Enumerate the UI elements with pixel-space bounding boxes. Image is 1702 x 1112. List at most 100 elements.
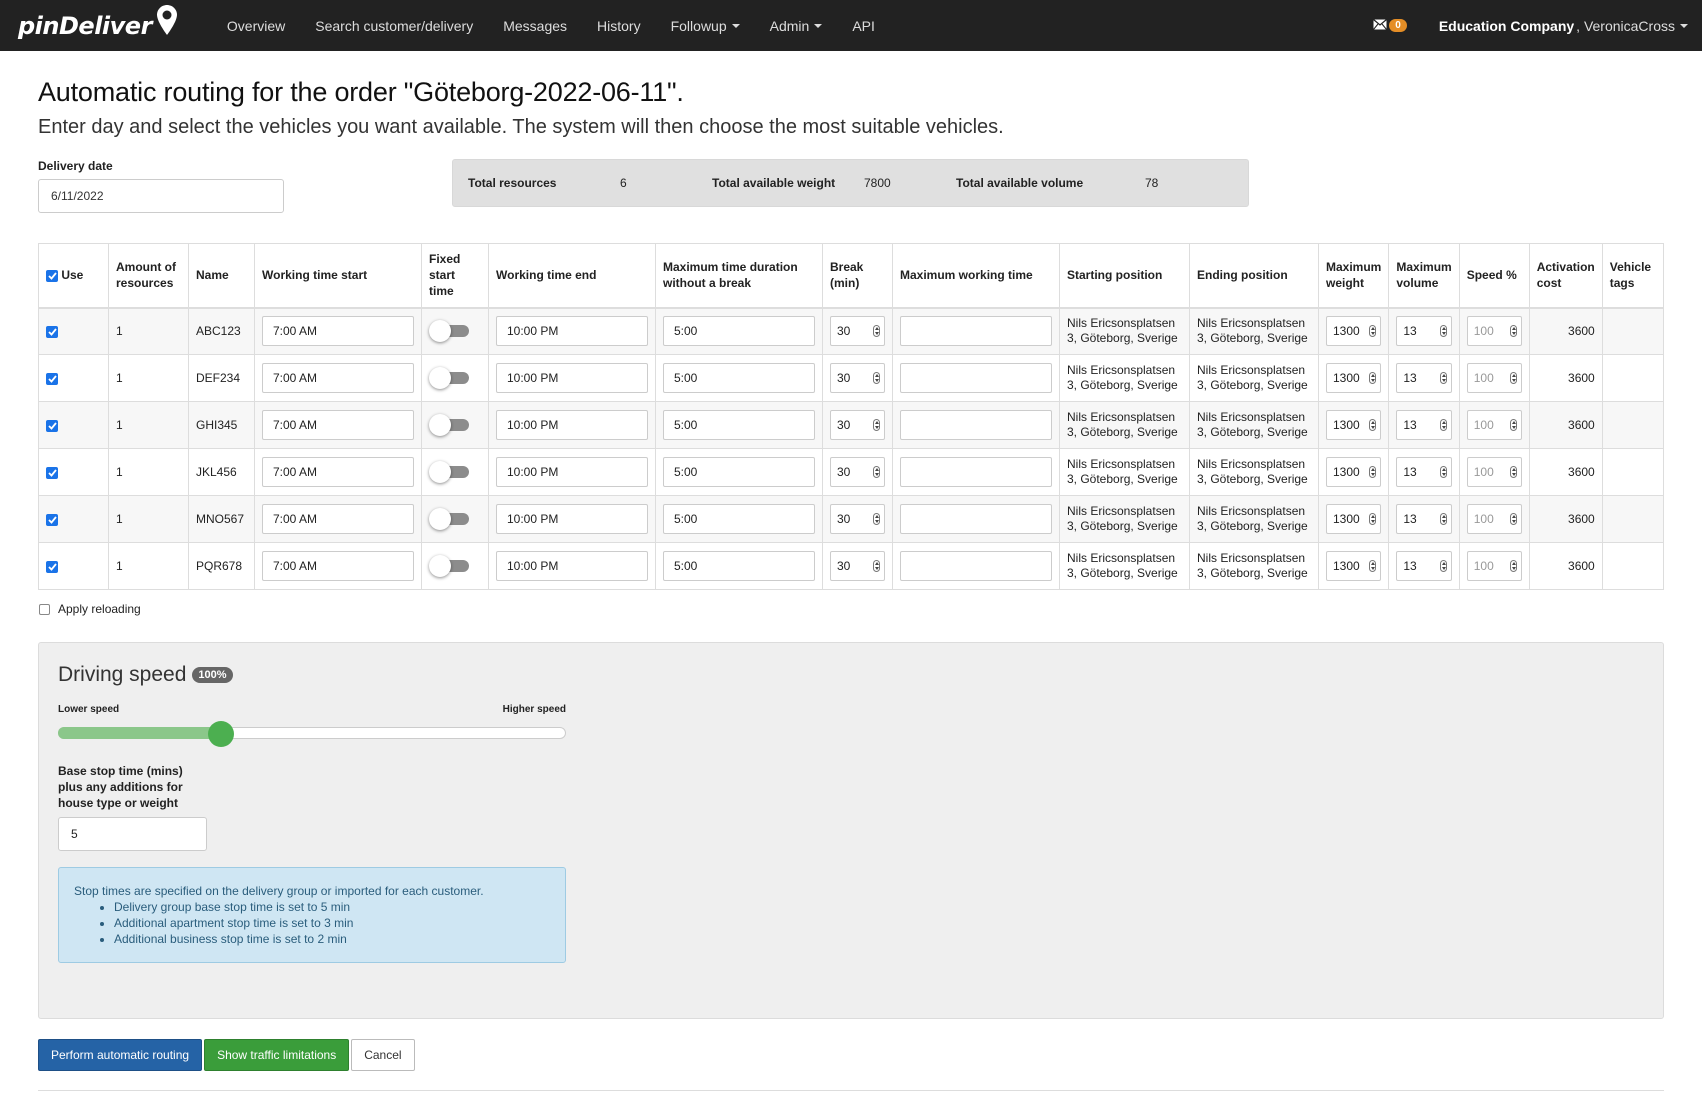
- working-start-input[interactable]: 7:00 AM: [262, 457, 414, 487]
- delivery-date-input[interactable]: 6/11/2022: [38, 179, 284, 213]
- spinner-icon[interactable]: [1509, 419, 1517, 431]
- use-checkbox[interactable]: [46, 326, 58, 339]
- break-input[interactable]: 30: [830, 457, 885, 487]
- speed-input[interactable]: 100: [1466, 504, 1522, 534]
- max-duration-input[interactable]: 5:00: [663, 504, 815, 534]
- spinner-icon[interactable]: [1509, 372, 1517, 384]
- working-start-input[interactable]: 7:00 AM: [262, 504, 414, 534]
- max-volume-input[interactable]: 13: [1396, 504, 1452, 534]
- spinner-icon[interactable]: [1439, 419, 1447, 431]
- speed-input[interactable]: 100: [1466, 410, 1522, 440]
- cancel-button[interactable]: Cancel: [351, 1039, 415, 1071]
- working-start-input[interactable]: 7:00 AM: [262, 316, 414, 347]
- max-volume-input[interactable]: 13: [1396, 410, 1452, 440]
- max-volume-input[interactable]: 13: [1396, 363, 1452, 393]
- max-duration-input[interactable]: 5:00: [663, 551, 815, 581]
- fixed-start-toggle[interactable]: [429, 555, 471, 577]
- working-end-input[interactable]: 10:00 PM: [496, 457, 648, 487]
- use-checkbox[interactable]: [46, 513, 58, 526]
- nav-api[interactable]: API: [837, 0, 890, 51]
- spinner-icon[interactable]: [1369, 325, 1377, 338]
- max-working-input[interactable]: [900, 363, 1052, 393]
- spinner-icon[interactable]: [1369, 372, 1377, 384]
- working-start-input[interactable]: 7:00 AM: [262, 410, 414, 440]
- use-checkbox[interactable]: [46, 419, 58, 432]
- spinner-icon[interactable]: [1369, 513, 1377, 525]
- speed-input[interactable]: 100: [1466, 316, 1522, 347]
- max-volume-input[interactable]: 13: [1396, 316, 1452, 347]
- max-weight-input[interactable]: 1300: [1326, 504, 1382, 534]
- break-input[interactable]: 30: [830, 504, 885, 534]
- working-end-input[interactable]: 10:00 PM: [496, 316, 648, 347]
- max-working-input[interactable]: [900, 316, 1052, 347]
- brand-logo[interactable]: pinDeliver: [18, 4, 178, 45]
- max-weight-input[interactable]: 1300: [1326, 551, 1382, 581]
- max-duration-input[interactable]: 5:00: [663, 410, 815, 440]
- break-input[interactable]: 30: [830, 551, 885, 581]
- driving-speed-slider[interactable]: [58, 720, 566, 747]
- spinner-icon[interactable]: [1509, 466, 1517, 478]
- nav-overview[interactable]: Overview: [212, 0, 300, 51]
- select-all-checkbox[interactable]: [46, 270, 58, 283]
- spinner-icon[interactable]: [1439, 372, 1447, 384]
- max-volume-input[interactable]: 13: [1396, 457, 1452, 487]
- max-working-input[interactable]: [900, 457, 1052, 487]
- spinner-icon[interactable]: [1439, 513, 1447, 525]
- working-start-input[interactable]: 7:00 AM: [262, 363, 414, 393]
- max-weight-input[interactable]: 1300: [1326, 363, 1382, 393]
- use-checkbox[interactable]: [46, 372, 58, 385]
- max-working-input[interactable]: [900, 551, 1052, 581]
- spinner-icon[interactable]: [873, 513, 880, 525]
- working-end-input[interactable]: 10:00 PM: [496, 551, 648, 581]
- spinner-icon[interactable]: [1509, 513, 1517, 525]
- mail-button[interactable]: 0: [1373, 18, 1407, 33]
- spinner-icon[interactable]: [873, 466, 880, 478]
- spinner-icon[interactable]: [1369, 560, 1377, 572]
- spinner-icon[interactable]: [1439, 560, 1447, 572]
- spinner-icon[interactable]: [1439, 466, 1447, 478]
- use-checkbox[interactable]: [46, 560, 58, 573]
- apply-reloading-checkbox[interactable]: [39, 603, 50, 615]
- spinner-icon[interactable]: [873, 325, 880, 338]
- nav-admin[interactable]: Admin: [755, 0, 838, 51]
- spinner-icon[interactable]: [1369, 419, 1377, 431]
- fixed-start-toggle[interactable]: [429, 320, 471, 343]
- nav-followup[interactable]: Followup: [656, 0, 755, 51]
- max-duration-input[interactable]: 5:00: [663, 363, 815, 393]
- slider-handle[interactable]: [207, 721, 234, 747]
- max-duration-input[interactable]: 5:00: [663, 316, 815, 347]
- break-input[interactable]: 30: [830, 410, 885, 440]
- spinner-icon[interactable]: [1509, 560, 1517, 572]
- max-weight-input[interactable]: 1300: [1326, 410, 1382, 440]
- speed-input[interactable]: 100: [1466, 551, 1522, 581]
- traffic-limitations-button[interactable]: Show traffic limitations: [204, 1039, 350, 1071]
- working-end-input[interactable]: 10:00 PM: [496, 410, 648, 440]
- spinner-icon[interactable]: [873, 560, 880, 572]
- max-duration-input[interactable]: 5:00: [663, 457, 815, 487]
- base-stop-input[interactable]: 5: [58, 817, 207, 851]
- max-volume-input[interactable]: 13: [1396, 551, 1452, 581]
- spinner-icon[interactable]: [1369, 466, 1377, 478]
- user-menu[interactable]: Education Company, VeronicaCross: [1439, 18, 1688, 34]
- speed-input[interactable]: 100: [1466, 363, 1522, 393]
- max-weight-input[interactable]: 1300: [1326, 457, 1382, 487]
- apply-reloading[interactable]: Apply reloading: [38, 602, 1664, 616]
- fixed-start-toggle[interactable]: [429, 508, 471, 530]
- spinner-icon[interactable]: [873, 419, 880, 431]
- perform-routing-button[interactable]: Perform automatic routing: [38, 1039, 203, 1071]
- break-input[interactable]: 30: [830, 363, 885, 393]
- max-working-input[interactable]: [900, 410, 1052, 440]
- speed-input[interactable]: 100: [1466, 457, 1522, 487]
- use-checkbox[interactable]: [46, 466, 58, 479]
- fixed-start-toggle[interactable]: [429, 414, 471, 436]
- spinner-icon[interactable]: [1509, 325, 1517, 338]
- working-end-input[interactable]: 10:00 PM: [496, 363, 648, 393]
- working-end-input[interactable]: 10:00 PM: [496, 504, 648, 534]
- nav-messages[interactable]: Messages: [488, 0, 582, 51]
- nav-search[interactable]: Search customer/delivery: [300, 0, 488, 51]
- break-input[interactable]: 30: [830, 316, 885, 347]
- nav-history[interactable]: History: [582, 0, 656, 51]
- fixed-start-toggle[interactable]: [429, 461, 471, 483]
- fixed-start-toggle[interactable]: [429, 367, 471, 389]
- spinner-icon[interactable]: [1439, 325, 1447, 338]
